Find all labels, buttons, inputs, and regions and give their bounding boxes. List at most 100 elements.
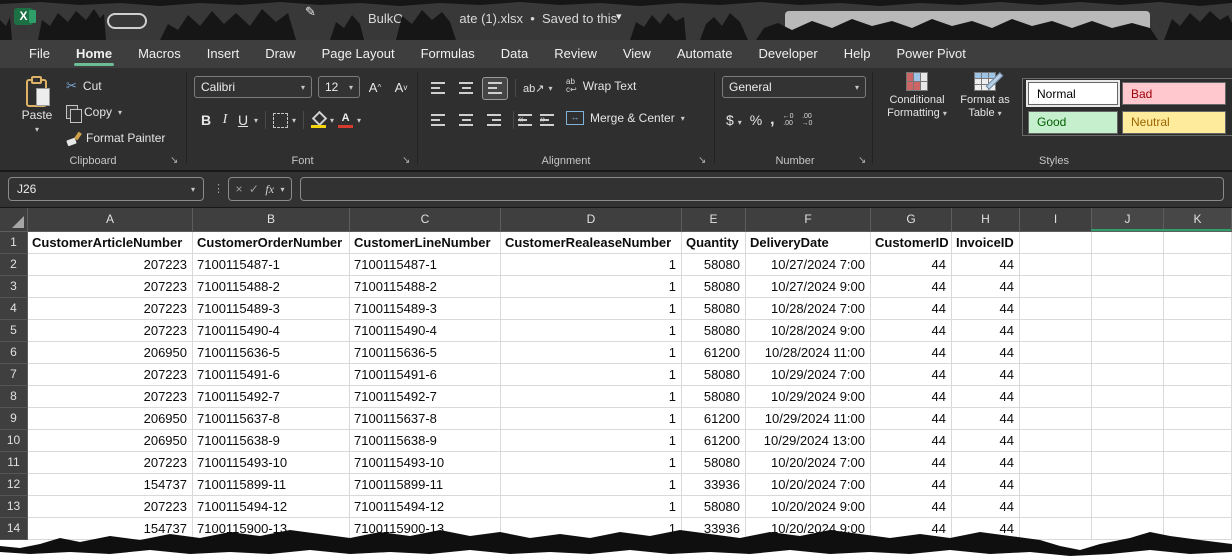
alignment-dialog-launcher-icon[interactable]: ↘ — [698, 155, 706, 166]
borders-chevron-icon[interactable]: ▾ — [292, 116, 296, 125]
cell-G10[interactable]: 44 — [871, 430, 952, 452]
cell-J7[interactable] — [1092, 364, 1164, 386]
cell-H3[interactable]: 44 — [952, 276, 1020, 298]
row-header-6[interactable]: 6 — [0, 342, 28, 364]
cell-B3[interactable]: 7100115488-2 — [193, 276, 350, 298]
cell-D3[interactable]: 1 — [501, 276, 682, 298]
row-header-9[interactable]: 9 — [0, 408, 28, 430]
cell-C2[interactable]: 7100115487-1 — [350, 254, 501, 276]
cell-E13[interactable]: 58080 — [682, 496, 746, 518]
row-header-13[interactable]: 13 — [0, 496, 28, 518]
cell-F9[interactable]: 10/29/2024 11:00 — [746, 408, 871, 430]
cell-style-bad[interactable]: Bad — [1122, 82, 1226, 105]
percent-button[interactable]: % — [750, 112, 762, 128]
tab-review[interactable]: Review — [541, 40, 610, 68]
cell-F7[interactable]: 10/29/2024 7:00 — [746, 364, 871, 386]
cell-G6[interactable]: 44 — [871, 342, 952, 364]
formula-bar-grip-icon[interactable]: ⋮ — [213, 182, 224, 195]
cell-C5[interactable]: 7100115490-4 — [350, 320, 501, 342]
cell-A9[interactable]: 206950 — [28, 408, 193, 430]
currency-button[interactable]: $ ▾ — [726, 112, 742, 128]
tab-insert[interactable]: Insert — [194, 40, 253, 68]
cell-I1[interactable] — [1020, 232, 1092, 254]
row-header-4[interactable]: 4 — [0, 298, 28, 320]
cell-C13[interactable]: 7100115494-12 — [350, 496, 501, 518]
cell-C10[interactable]: 7100115638-9 — [350, 430, 501, 452]
cell-B5[interactable]: 7100115490-4 — [193, 320, 350, 342]
document-title[interactable]: BulkOate (1).xlsx • Saved to this — [368, 11, 617, 26]
cell-G2[interactable]: 44 — [871, 254, 952, 276]
search-box-remnant[interactable] — [785, 11, 1150, 32]
cell-A2[interactable]: 207223 — [28, 254, 193, 276]
cell-J8[interactable] — [1092, 386, 1164, 408]
cell-F8[interactable]: 10/29/2024 9:00 — [746, 386, 871, 408]
cell-A5[interactable]: 207223 — [28, 320, 193, 342]
cell-B11[interactable]: 7100115493-10 — [193, 452, 350, 474]
cell-H14[interactable]: 44 — [952, 518, 1020, 540]
cell-H9[interactable]: 44 — [952, 408, 1020, 430]
fill-color-icon[interactable] — [311, 113, 326, 128]
tab-draw[interactable]: Draw — [252, 40, 308, 68]
cell-E7[interactable]: 58080 — [682, 364, 746, 386]
row-header-12[interactable]: 12 — [0, 474, 28, 496]
cell-J6[interactable] — [1092, 342, 1164, 364]
row-header-2[interactable]: 2 — [0, 254, 28, 276]
shrink-font-button[interactable]: Av — [390, 76, 412, 98]
cell-G7[interactable]: 44 — [871, 364, 952, 386]
cell-H12[interactable]: 44 — [952, 474, 1020, 496]
cell-I3[interactable] — [1020, 276, 1092, 298]
name-box[interactable]: J26 ▾ — [8, 177, 204, 201]
cancel-icon[interactable]: × — [235, 182, 242, 196]
font-dialog-launcher-icon[interactable]: ↘ — [402, 155, 410, 166]
cell-A10[interactable]: 206950 — [28, 430, 193, 452]
align-top-button[interactable] — [426, 78, 450, 99]
cell-H4[interactable]: 44 — [952, 298, 1020, 320]
cell-H13[interactable]: 44 — [952, 496, 1020, 518]
formula-input[interactable] — [300, 177, 1224, 201]
cell-J4[interactable] — [1092, 298, 1164, 320]
cell-K9[interactable] — [1164, 408, 1232, 430]
cell-J3[interactable] — [1092, 276, 1164, 298]
cell-A13[interactable]: 207223 — [28, 496, 193, 518]
increase-decimal-button[interactable]: ←0.00 — [783, 113, 794, 127]
tab-formulas[interactable]: Formulas — [408, 40, 488, 68]
tab-data[interactable]: Data — [488, 40, 541, 68]
cell-J13[interactable] — [1092, 496, 1164, 518]
italic-button[interactable]: I — [218, 112, 232, 128]
column-header-J[interactable]: J — [1092, 208, 1164, 232]
cell-I11[interactable] — [1020, 452, 1092, 474]
tab-macros[interactable]: Macros — [125, 40, 194, 68]
cell-J9[interactable] — [1092, 408, 1164, 430]
cell-B7[interactable]: 7100115491-6 — [193, 364, 350, 386]
cell-I13[interactable] — [1020, 496, 1092, 518]
font-color-icon[interactable]: A — [338, 112, 353, 128]
column-header-F[interactable]: F — [746, 208, 871, 232]
cell-E11[interactable]: 58080 — [682, 452, 746, 474]
cell-H8[interactable]: 44 — [952, 386, 1020, 408]
cell-D2[interactable]: 1 — [501, 254, 682, 276]
cell-A1[interactable]: CustomerArticleNumber — [28, 232, 193, 254]
cell-E8[interactable]: 58080 — [682, 386, 746, 408]
cell-F5[interactable]: 10/28/2024 9:00 — [746, 320, 871, 342]
tab-view[interactable]: View — [610, 40, 664, 68]
cell-F13[interactable]: 10/20/2024 9:00 — [746, 496, 871, 518]
cell-B2[interactable]: 7100115487-1 — [193, 254, 350, 276]
cell-J5[interactable] — [1092, 320, 1164, 342]
cell-F10[interactable]: 10/29/2024 13:00 — [746, 430, 871, 452]
cell-B12[interactable]: 7100115899-11 — [193, 474, 350, 496]
cell-F3[interactable]: 10/27/2024 9:00 — [746, 276, 871, 298]
align-center-button[interactable] — [454, 110, 478, 131]
grow-font-button[interactable]: A^ — [364, 76, 386, 98]
cell-H2[interactable]: 44 — [952, 254, 1020, 276]
row-header-11[interactable]: 11 — [0, 452, 28, 474]
tab-power-pivot[interactable]: Power Pivot — [883, 40, 978, 68]
cell-G13[interactable]: 44 — [871, 496, 952, 518]
cell-D9[interactable]: 1 — [501, 408, 682, 430]
cell-J11[interactable] — [1092, 452, 1164, 474]
cell-G5[interactable]: 44 — [871, 320, 952, 342]
cell-K7[interactable] — [1164, 364, 1232, 386]
cell-I9[interactable] — [1020, 408, 1092, 430]
fill-color-chevron-icon[interactable]: ▾ — [330, 116, 334, 125]
cell-J10[interactable] — [1092, 430, 1164, 452]
cell-C7[interactable]: 7100115491-6 — [350, 364, 501, 386]
